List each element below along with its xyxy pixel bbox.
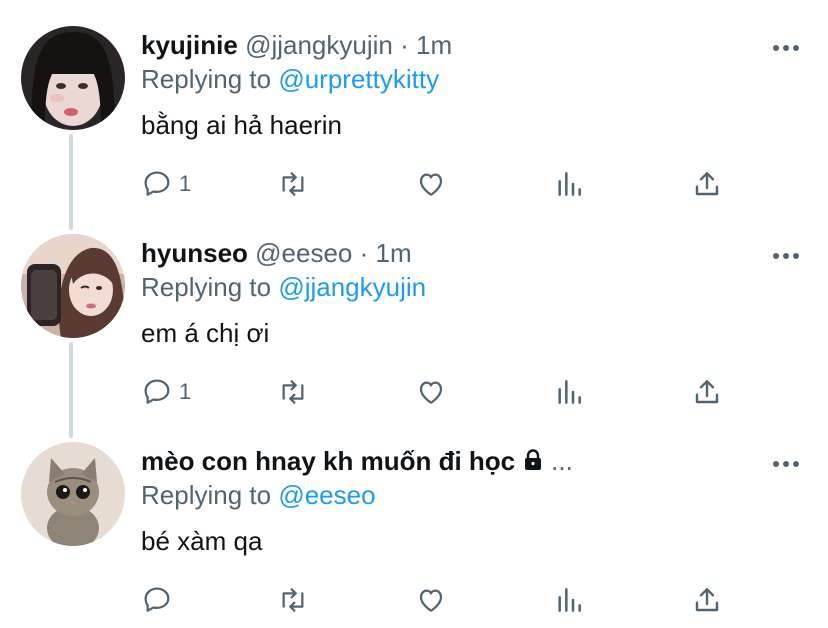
avatar-image: [21, 234, 125, 338]
truncation-ellipsis: ...: [551, 446, 573, 476]
separator-dot: ·: [359, 238, 369, 268]
mention-link[interactable]: @eeseo: [278, 480, 375, 510]
like-button[interactable]: [415, 582, 447, 618]
retweet-icon: [282, 588, 304, 612]
tweet-actions: 1: [141, 166, 781, 206]
analytics-button[interactable]: [553, 374, 585, 410]
like-button[interactable]: [415, 374, 447, 410]
avatar[interactable]: [21, 234, 125, 338]
mention-link[interactable]: @jjangkyujin: [278, 272, 426, 302]
replying-to: Replying to @urprettykitty: [141, 64, 439, 94]
replying-to: Replying to @jjangkyujin: [141, 272, 426, 302]
replying-to-label: Replying to: [141, 272, 272, 302]
tweet-header: hyunseo @eeseo · 1m: [141, 238, 412, 268]
timestamp[interactable]: 1m: [376, 238, 412, 268]
more-icon[interactable]: [772, 248, 800, 259]
tweet-header: mèo con hnay kh muốn đi học...: [141, 446, 573, 476]
tweet[interactable]: kyujinie @jjangkyujin · 1m Replying to @…: [0, 0, 828, 220]
display-name[interactable]: kyujinie: [141, 30, 238, 60]
lock-icon: [525, 449, 542, 470]
more-icon[interactable]: [772, 456, 800, 467]
separator-dot: ·: [400, 30, 409, 60]
reply-icon: [144, 379, 170, 404]
tweet[interactable]: mèo con hnay kh muốn đi học... Replying …: [0, 416, 828, 628]
analytics-icon: [558, 380, 581, 404]
replying-to-label: Replying to: [141, 64, 272, 94]
mention-link[interactable]: @urprettykitty: [278, 64, 439, 94]
replying-to-label: Replying to: [141, 480, 272, 510]
avatar-image: [21, 26, 125, 130]
reply-count: 1: [179, 171, 192, 196]
reply-button[interactable]: 1: [141, 166, 191, 202]
retweet-button[interactable]: [277, 166, 309, 202]
heart-icon: [419, 589, 443, 612]
share-icon: [695, 380, 719, 404]
retweet-icon: [282, 172, 304, 196]
analytics-icon: [558, 172, 581, 196]
reply-icon: [144, 587, 170, 612]
share-icon: [695, 588, 719, 612]
analytics-button[interactable]: [553, 166, 585, 202]
analytics-button[interactable]: [553, 582, 585, 618]
reply-button[interactable]: 1: [141, 374, 191, 410]
analytics-icon: [558, 588, 581, 612]
share-icon: [695, 172, 719, 196]
avatar-image: [21, 442, 125, 546]
heart-icon: [419, 173, 443, 196]
tweet-text: em á chị ơi: [141, 318, 270, 348]
more-icon[interactable]: [772, 40, 800, 51]
avatar[interactable]: [21, 26, 125, 130]
avatar[interactable]: [21, 442, 125, 546]
display-name[interactable]: mèo con hnay kh muốn đi học: [141, 446, 515, 476]
replying-to: Replying to @eeseo: [141, 480, 376, 510]
user-handle[interactable]: @jjangkyujin: [245, 30, 393, 60]
reply-icon: [144, 171, 170, 196]
tweet-header: kyujinie @jjangkyujin · 1m: [141, 30, 452, 60]
reply-count: 1: [179, 379, 192, 404]
share-button[interactable]: [691, 166, 723, 202]
retweet-icon: [282, 380, 304, 404]
user-handle[interactable]: @eeseo: [255, 238, 352, 268]
share-button[interactable]: [691, 374, 723, 410]
tweet-text: bé xàm qa: [141, 526, 263, 556]
share-button[interactable]: [691, 582, 723, 618]
retweet-button[interactable]: [277, 582, 309, 618]
heart-icon: [419, 381, 443, 404]
retweet-button[interactable]: [277, 374, 309, 410]
display-name[interactable]: hyunseo: [141, 238, 248, 268]
tweet[interactable]: hyunseo @eeseo · 1m Replying to @jjangky…: [0, 208, 828, 428]
reply-button[interactable]: [141, 582, 179, 618]
tweet-text: bằng ai hả haerin: [141, 110, 342, 140]
timestamp[interactable]: 1m: [416, 30, 452, 60]
like-button[interactable]: [415, 166, 447, 202]
tweet-actions: 1: [141, 374, 781, 414]
tweet-actions: [141, 582, 781, 622]
